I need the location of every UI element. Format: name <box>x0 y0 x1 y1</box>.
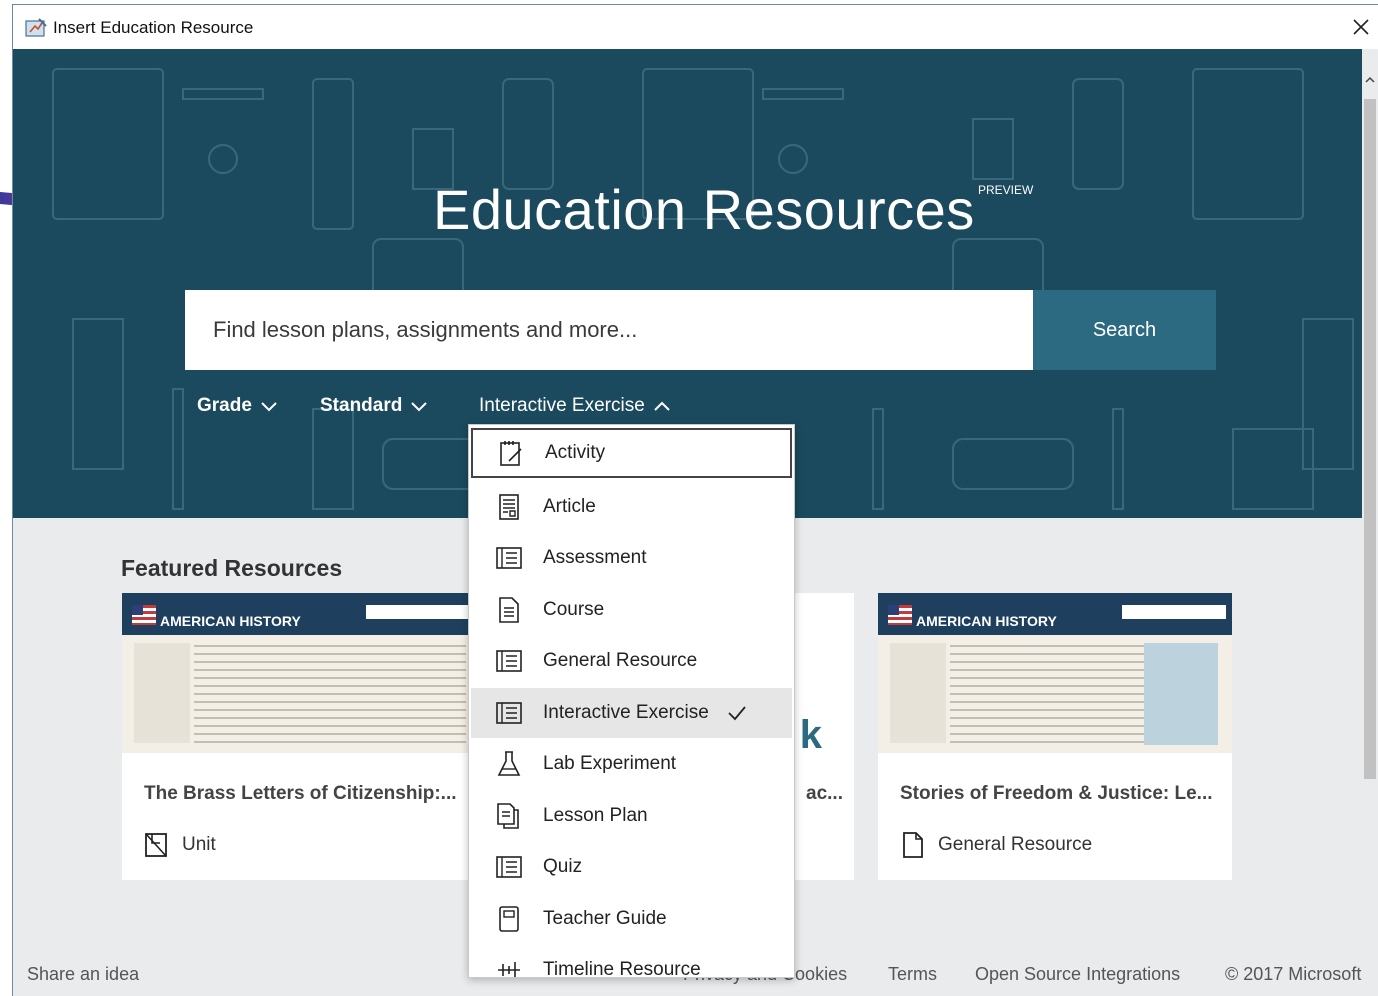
dropdown-item-label: Lab Experiment <box>543 753 677 774</box>
dropdown-item-label: Quiz <box>543 856 583 877</box>
dropdown-item-quiz[interactable]: Quiz <box>471 842 792 892</box>
flag-icon <box>132 605 156 625</box>
thumbnail-logo: AMERICAN HISTORY <box>916 613 1057 629</box>
dropdown-item-timeline-resource[interactable]: Timeline Resource <box>471 945 792 978</box>
article-icon <box>499 494 519 520</box>
dropdown-item-label: Timeline Resource <box>543 959 701 978</box>
window-title: Insert Education Resource <box>53 18 254 37</box>
filter-standard-label: Standard <box>320 395 403 416</box>
quiz-icon <box>496 856 522 878</box>
card-type-label: General Resource <box>938 834 1093 855</box>
thumbnail-text-fragment: k <box>799 713 822 753</box>
filter-bar: Grade Standard Interactive Exercise <box>13 395 1363 423</box>
timeline-resource-icon <box>498 962 520 977</box>
chevron-down-icon <box>261 402 277 412</box>
interactive-exercise-icon <box>496 702 522 724</box>
dropdown-item-lab-experiment[interactable]: Lab Experiment <box>471 739 792 789</box>
card-type-label: Unit <box>182 834 216 855</box>
page-title: Education Resources <box>433 178 975 241</box>
close-icon[interactable] <box>1347 13 1375 41</box>
vertical-scrollbar[interactable] <box>1362 49 1378 996</box>
terms-link[interactable]: Terms <box>888 964 937 985</box>
card-title: ac... <box>806 783 843 804</box>
teacher-guide-icon <box>499 906 519 932</box>
scrollbar-thumb[interactable] <box>1364 99 1376 779</box>
dropdown-item-course[interactable]: Course <box>471 585 792 635</box>
scroll-up-icon[interactable] <box>1365 75 1375 85</box>
filter-grade-label: Grade <box>197 395 252 416</box>
open-source-link[interactable]: Open Source Integrations <box>975 964 1180 985</box>
share-idea-link[interactable]: Share an idea <box>27 964 139 985</box>
checkmark-icon <box>728 706 746 721</box>
education-app-icon <box>25 18 47 37</box>
card-thumbnail: AMERICAN HISTORY <box>122 593 476 753</box>
dropdown-item-label: Assessment <box>543 547 647 568</box>
filter-standard[interactable]: Standard <box>320 395 428 417</box>
general-resource-icon <box>496 650 522 672</box>
resource-type-dropdown: Activity Article Assessment Course Gener… <box>468 424 795 978</box>
filter-resource-type[interactable]: Interactive Exercise <box>479 395 671 417</box>
card-resource-type: Unit <box>144 831 216 859</box>
dropdown-item-activity[interactable]: Activity <box>471 428 792 478</box>
preview-badge: PREVIEW <box>978 183 1034 197</box>
dropdown-item-interactive-exercise[interactable]: Interactive Exercise <box>471 688 792 738</box>
dropdown-item-label: Course <box>543 599 605 620</box>
dropdown-item-assessment[interactable]: Assessment <box>471 533 792 583</box>
activity-icon <box>500 441 522 466</box>
copyright-text: © 2017 Microsoft <box>1225 964 1362 984</box>
dropdown-item-label: Interactive Exercise <box>543 702 709 723</box>
document-icon <box>903 832 923 858</box>
unit-icon <box>145 833 167 857</box>
dropdown-item-general-resource[interactable]: General Resource <box>471 636 792 686</box>
resource-card[interactable]: AMERICAN HISTORY The Brass Letters of Ci… <box>122 593 476 880</box>
dropdown-item-lesson-plan[interactable]: Lesson Plan <box>471 791 792 841</box>
course-icon <box>499 597 519 623</box>
dropdown-item-label: General Resource <box>543 650 698 671</box>
card-resource-type: General Resource <box>900 831 1092 859</box>
dropdown-item-label: Lesson Plan <box>543 805 648 826</box>
card-thumbnail: AMERICAN HISTORY <box>878 593 1232 753</box>
flag-icon <box>888 605 912 625</box>
dropdown-item-label: Article <box>543 496 596 517</box>
lesson-plan-icon <box>497 803 519 829</box>
dropdown-item-article[interactable]: Article <box>471 482 792 532</box>
featured-resources-heading: Featured Resources <box>121 555 343 581</box>
card-title: The Brass Letters of Citizenship:... <box>144 783 457 804</box>
chevron-up-icon <box>654 401 670 411</box>
search-input[interactable] <box>185 290 1033 370</box>
dropdown-item-label: Teacher Guide <box>543 908 667 929</box>
thumbnail-logo: AMERICAN HISTORY <box>160 613 301 629</box>
dropdown-item-teacher-guide[interactable]: Teacher Guide <box>471 894 792 944</box>
search-field[interactable] <box>185 290 1033 370</box>
lab-experiment-icon <box>497 751 521 776</box>
search-button[interactable]: Search <box>1033 290 1216 370</box>
assessment-icon <box>496 547 522 569</box>
resource-card[interactable]: AMERICAN HISTORY Stories of Freedom & Ju… <box>878 593 1232 880</box>
title-bar: Insert Education Resource <box>13 4 1378 49</box>
filter-grade[interactable]: Grade <box>197 395 278 417</box>
chevron-down-icon <box>411 402 428 412</box>
filter-resource-type-label: Interactive Exercise <box>479 395 645 416</box>
card-title: Stories of Freedom & Justice: Le... <box>900 783 1213 804</box>
dropdown-item-label: Activity <box>545 442 606 463</box>
